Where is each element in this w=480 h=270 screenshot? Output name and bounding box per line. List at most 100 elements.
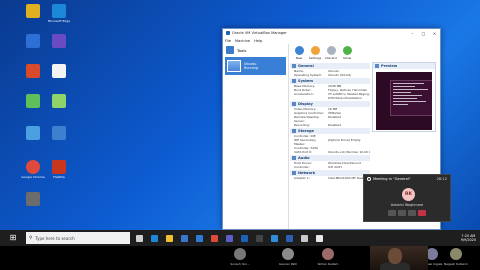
task-view-icon (135, 234, 143, 242)
taskbar-chrome-button[interactable] (208, 232, 220, 244)
detail-value: Ubuntu (64-bit) (328, 73, 352, 77)
detail-value: Ubuntu.vdi (Normal, 10.00 GB) (328, 150, 370, 154)
window-title: Oracle VM VirtualBox Manager (232, 31, 287, 35)
detail-row: SATA Port 0: Ubuntu.vdi (Normal, 10.00 GB… (290, 150, 370, 154)
menu-machine[interactable]: Machine (235, 39, 250, 43)
audio-icon (292, 156, 296, 160)
taskbar-word-button[interactable] (283, 232, 295, 244)
detail-key (294, 96, 328, 100)
section-title: Storage (298, 129, 314, 133)
preview-screen (376, 72, 432, 130)
taskbar-edge-button[interactable] (148, 232, 160, 244)
teams-icon (225, 234, 233, 242)
minimize-icon[interactable]: – (407, 31, 418, 36)
show-button[interactable]: Show (340, 46, 354, 60)
participant-tile[interactable]: Rohan Kadam (313, 248, 343, 266)
menu-file[interactable]: File (225, 39, 231, 43)
general-icon (292, 64, 296, 68)
meeting-controls (388, 210, 428, 216)
word-icon (285, 234, 293, 242)
camera-button[interactable] (388, 210, 396, 216)
taskbar-terminal-button[interactable] (253, 232, 265, 244)
preview-panel: Preview (372, 62, 436, 132)
detail-key: SATA Port 0: (294, 150, 313, 154)
app-icon (26, 126, 40, 140)
detail-value: Disabled (328, 123, 342, 127)
hang-up-button[interactable] (418, 210, 426, 216)
terminal-icon (255, 234, 263, 242)
mic-button[interactable] (398, 210, 406, 216)
show-arrow-icon (342, 46, 352, 55)
app-icon (26, 64, 40, 78)
new-label: New (295, 56, 303, 60)
maximize-icon[interactable]: □ (418, 31, 429, 36)
detail-row: Adapter 1:Intel PRO/1000 MT Desktop (NAT… (290, 176, 370, 180)
virtualbox-icon (240, 234, 248, 242)
section-title: General (298, 64, 314, 68)
app2-icon (300, 234, 308, 242)
participant-name: Rohan Kadam (317, 262, 339, 266)
detail-row: IDE Secondary Master: [Optical Drive] Emp… (290, 138, 370, 146)
taskbar-mail-button[interactable] (193, 232, 205, 244)
settings-button[interactable]: Settings (308, 46, 322, 60)
tools-label: Tools (237, 47, 247, 53)
desktop-icon-5[interactable] (44, 64, 74, 79)
taskbar-teams-button[interactable] (223, 232, 235, 244)
new-button[interactable]: New (292, 46, 306, 60)
taskbar-app-button[interactable] (268, 232, 280, 244)
desktop-icon-filezilla[interactable]: FileZilla (44, 160, 74, 179)
share-button[interactable] (408, 210, 416, 216)
meeting-duration: 28:12 (436, 177, 447, 181)
detail-value: Disabled (328, 115, 342, 119)
taskbar-virtualbox-button[interactable] (238, 232, 250, 244)
taskbar-app2-button[interactable] (298, 232, 310, 244)
vm-state: Running (244, 66, 258, 70)
desktop-icon-edge[interactable]: Microsoft Edge (44, 4, 74, 23)
participant-name: Suresh Yan... (230, 262, 250, 266)
participant-name: Nagesh Kulkarni (443, 262, 469, 266)
discard-button[interactable]: Discard (324, 46, 338, 60)
desktop: Microsoft Edge Google Chrome FileZilla O… (0, 0, 480, 230)
detail-row: KVM Paravirtualization (290, 96, 370, 100)
avatar (322, 248, 334, 260)
windows-start-icon[interactable]: ⊞ (8, 233, 18, 243)
detail-value: [Optical Drive] Empty (328, 138, 361, 142)
desktop-icon-12[interactable] (18, 192, 48, 207)
participant-tile[interactable]: Nagesh Kulkarni (441, 248, 471, 266)
meeting-status-icon (367, 177, 371, 181)
meeting-popup[interactable]: Meeting in "General" 28:12 RK Ashwini Wa… (363, 174, 451, 222)
window-titlebar[interactable]: Oracle VM VirtualBox Manager – □ × (223, 29, 440, 37)
section-title: System (298, 79, 313, 83)
app-icon (52, 34, 66, 48)
desktop-icon-9[interactable] (44, 126, 74, 141)
taskbar-store-button[interactable] (178, 232, 190, 244)
detail-row: Operating System: Ubuntu (64-bit) (290, 73, 370, 77)
taskbar-app3-button[interactable] (313, 232, 325, 244)
detail-value: KVM Paravirtualization (328, 96, 362, 100)
vm-item-ubuntu[interactable]: Ubuntu Running (225, 57, 286, 75)
taskbar-task-view-button[interactable] (133, 232, 145, 244)
taskbar-apps (130, 232, 325, 244)
preview-title: Preview (381, 64, 398, 68)
app-icon (26, 4, 40, 18)
storage-icon (292, 129, 296, 133)
close-icon[interactable]: × (429, 31, 440, 36)
detail-value: ICH AC97 (328, 165, 343, 169)
participant-tile[interactable]: Suresh Yan... (225, 248, 255, 266)
desktop-icon-3[interactable] (44, 34, 74, 49)
desktop-icon-7[interactable] (44, 94, 74, 109)
taskbar-file-explorer-button[interactable] (163, 232, 175, 244)
meeting-title: Meeting in "General" (373, 177, 411, 181)
tools-item[interactable]: Tools (223, 44, 288, 56)
avatar: RK (402, 188, 415, 201)
tools-icon (226, 46, 234, 54)
menu-help[interactable]: Help (254, 39, 262, 43)
desktop-icon-label: Microsoft Edge (47, 19, 71, 23)
section-title: Network (298, 171, 316, 175)
avatar (282, 248, 294, 260)
search-input[interactable]: ⚲ Type here to search (26, 232, 130, 244)
system-clock[interactable]: 7:20 AM 9/9/2020 (461, 234, 476, 242)
app-icon (26, 34, 40, 48)
participant-tile[interactable]: Gaurav Patil (273, 248, 303, 266)
system-icon (292, 79, 296, 83)
